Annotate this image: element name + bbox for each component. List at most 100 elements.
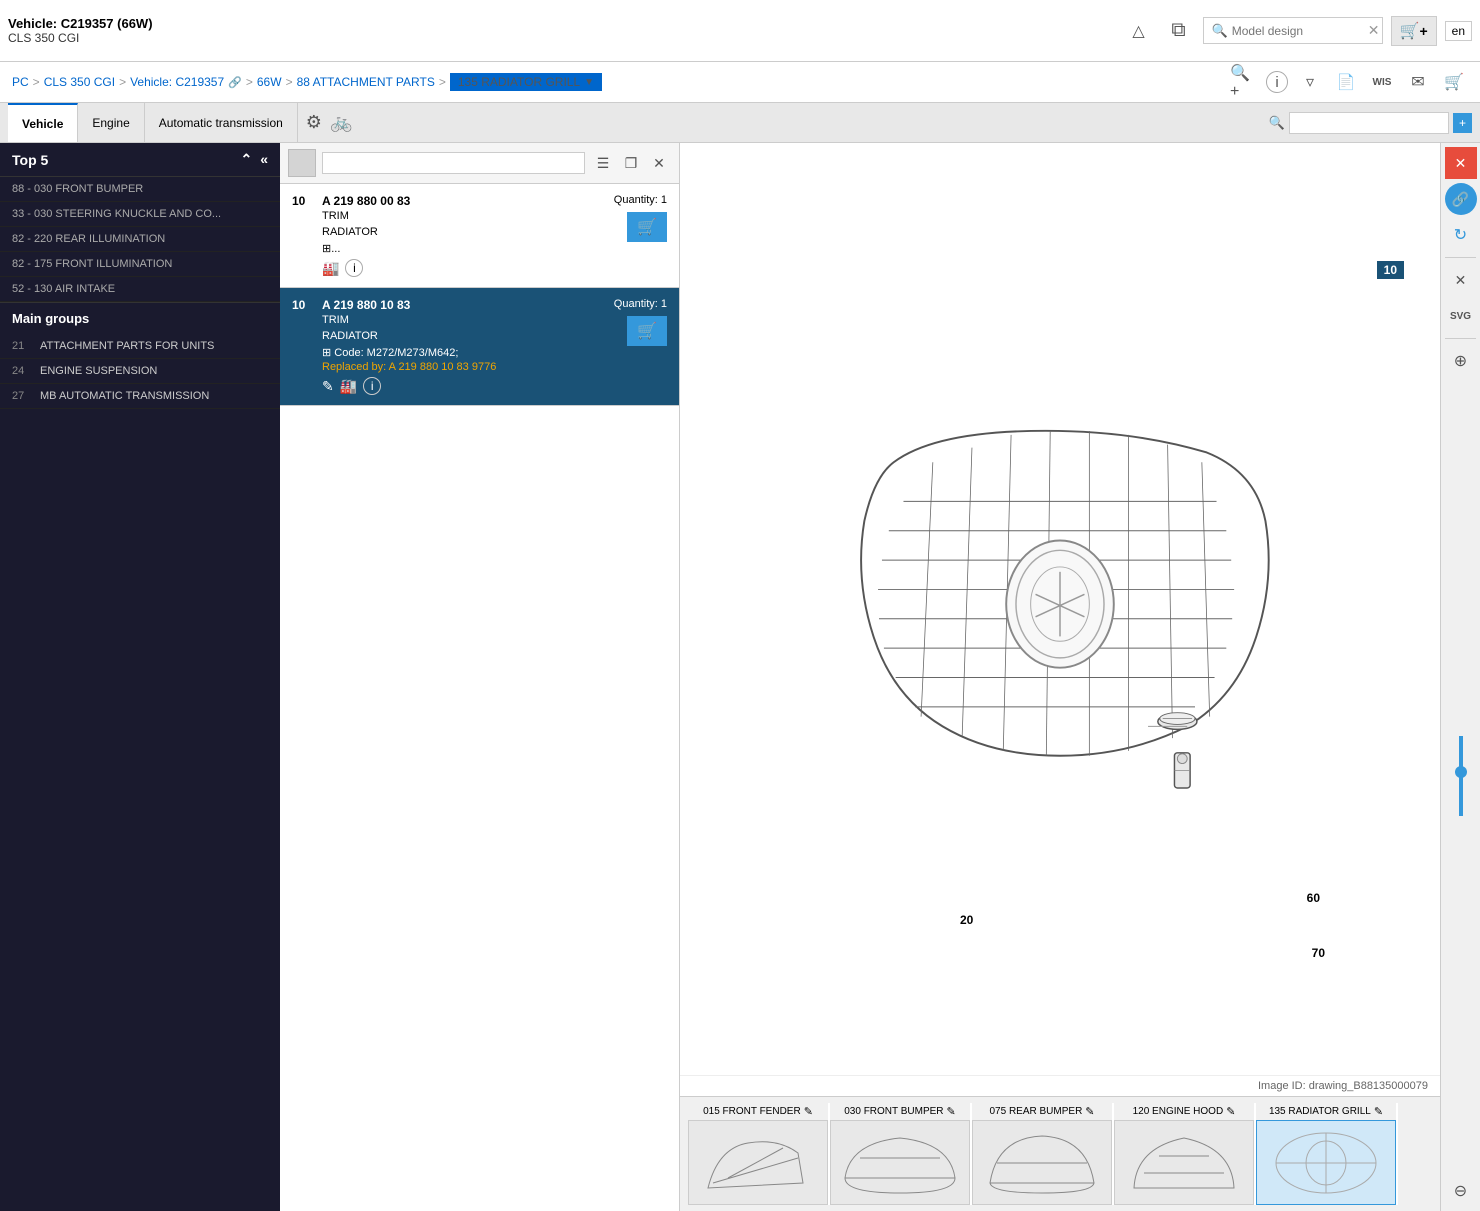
- part-icons-row-1: ✎ 🏭 i: [322, 377, 577, 395]
- main-group-item-24[interactable]: 24 ENGINE SUSPENSION: [0, 359, 280, 384]
- info-icon[interactable]: i: [1266, 71, 1288, 93]
- add-to-cart-btn-0[interactable]: 🛒: [627, 212, 667, 242]
- breadcrumb-attachment[interactable]: 88 ATTACHMENT PARTS: [297, 75, 435, 89]
- top5-item-1[interactable]: 33 - 030 STEERING KNUCKLE AND CO...: [0, 202, 280, 227]
- tab-bike-icon[interactable]: 🚲: [330, 112, 352, 133]
- zoom-out-btn[interactable]: ⊖: [1445, 1175, 1477, 1207]
- info-icon-1[interactable]: i: [363, 377, 381, 395]
- top5-item-4[interactable]: 52 - 130 AIR INTAKE: [0, 277, 280, 302]
- part-pos-0: 10: [292, 194, 312, 208]
- thumb-075[interactable]: 075 REAR BUMPER ✎: [972, 1103, 1114, 1205]
- bc-sep-2: >: [119, 75, 126, 89]
- thumb-img-075: [972, 1120, 1112, 1205]
- cart-button[interactable]: 🛒 +: [1391, 16, 1437, 46]
- close-diagram-btn[interactable]: ✕: [1445, 147, 1477, 179]
- top5-collapse-icon[interactable]: ⌃: [240, 151, 252, 168]
- parts-color-swatch: [288, 149, 316, 177]
- main-groups-header: Main groups: [0, 302, 280, 334]
- bc-sep-4: >: [286, 75, 293, 89]
- part-item-0[interactable]: 10 A 219 880 00 83 TRIM RADIATOR ⊞... 🏭 …: [280, 184, 679, 288]
- part-code-1: A 219 880 10 83: [322, 298, 577, 312]
- thumb-edit-icon-120[interactable]: ✎: [1226, 1105, 1235, 1118]
- expand-view-icon[interactable]: ❐: [619, 151, 643, 175]
- parts-list: 10 A 219 880 00 83 TRIM RADIATOR ⊞... 🏭 …: [280, 184, 679, 1211]
- part-item-1[interactable]: 10 A 219 880 10 83 TRIM RADIATOR ⊞ Code:…: [280, 288, 679, 406]
- part-code-0: A 219 880 00 83: [322, 194, 577, 208]
- part-replaced-1: Replaced by: A 219 880 10 83 9776: [322, 361, 577, 373]
- tab-bar: Vehicle Engine Automatic transmission ⚙ …: [0, 103, 1480, 143]
- parts-search-input[interactable]: [322, 152, 585, 174]
- svg-icon-btn[interactable]: SVG: [1445, 300, 1477, 332]
- bc-sep-1: >: [33, 75, 40, 89]
- zoom-in-btn[interactable]: ⊕: [1445, 345, 1477, 377]
- list-view-icon[interactable]: ☰: [591, 151, 615, 175]
- tab-engine[interactable]: Engine: [78, 103, 144, 142]
- top5-item-3[interactable]: 82 - 175 FRONT ILLUMINATION: [0, 252, 280, 277]
- breadcrumb-66w[interactable]: 66W: [257, 75, 282, 89]
- main-group-item-27[interactable]: 27 MB AUTOMATIC TRANSMISSION: [0, 384, 280, 409]
- clear-search-icon[interactable]: ✕: [1368, 22, 1380, 39]
- thumb-label-075: 075 REAR BUMPER ✎: [983, 1103, 1100, 1120]
- tab-search-add-icon[interactable]: +: [1453, 113, 1472, 133]
- copy-icon[interactable]: ⧉: [1163, 15, 1195, 47]
- factory-icon-0[interactable]: 🏭: [322, 260, 339, 277]
- part-name-1a: TRIM: [322, 314, 577, 326]
- thumb-edit-icon-075[interactable]: ✎: [1085, 1105, 1094, 1118]
- tab-search: 🔍 +: [1269, 112, 1472, 134]
- slider-thumb[interactable]: [1455, 766, 1467, 778]
- filter-icon[interactable]: ▿: [1296, 68, 1324, 96]
- tab-engine-label: Engine: [92, 116, 129, 130]
- tab-auto-trans-label: Automatic transmission: [159, 116, 283, 130]
- qty-label-0: Quantity: 1: [614, 194, 667, 206]
- part-code-info-1: ⊞ Code: M272/M273/M642;: [322, 346, 577, 359]
- tab-vehicle-label: Vehicle: [22, 117, 63, 131]
- cart-nav-icon[interactable]: 🛒: [1440, 68, 1468, 96]
- breadcrumb-vehicle[interactable]: Vehicle: C219357: [130, 75, 224, 89]
- rt-separator-2: [1445, 338, 1476, 339]
- thumb-edit-icon-015[interactable]: ✎: [804, 1105, 813, 1118]
- close-x-icon-btn[interactable]: ✕: [1445, 264, 1477, 296]
- bc-sep-5: >: [439, 75, 446, 89]
- top5-item-2[interactable]: 82 - 220 REAR ILLUMINATION: [0, 227, 280, 252]
- mail-icon[interactable]: ✉: [1404, 68, 1432, 96]
- thumb-030[interactable]: 030 FRONT BUMPER ✎: [830, 1103, 972, 1205]
- close-panel-icon[interactable]: ✕: [647, 151, 671, 175]
- document-icon[interactable]: 📄: [1332, 68, 1360, 96]
- thumb-edit-icon-030[interactable]: ✎: [947, 1105, 956, 1118]
- warning-icon[interactable]: △: [1123, 15, 1155, 47]
- tab-auto-trans[interactable]: Automatic transmission: [145, 103, 298, 142]
- language-selector[interactable]: en: [1445, 21, 1472, 41]
- model-search-input[interactable]: [1228, 24, 1368, 38]
- diagram-labels-overlay: 10 20 60 70: [680, 143, 1440, 1075]
- add-to-cart-btn-1[interactable]: 🛒: [627, 316, 667, 346]
- thumb-120[interactable]: 120 ENGINE HOOD ✎: [1114, 1103, 1256, 1205]
- tab-gear-icon[interactable]: ⚙: [306, 112, 322, 133]
- bc-sep-3: >: [246, 75, 253, 89]
- breadcrumb-active-item[interactable]: 135 RADIATOR GRILL ▼: [450, 73, 602, 91]
- model-search-box[interactable]: 🔍 ✕: [1203, 17, 1383, 44]
- search-icon: 🔍: [1212, 23, 1228, 39]
- factory-icon-1[interactable]: 🏭: [340, 378, 357, 395]
- link-icon-btn[interactable]: 🔗: [1445, 183, 1477, 215]
- thumb-015[interactable]: 015 FRONT FENDER ✎: [688, 1103, 830, 1205]
- top5-item-0[interactable]: 88 - 030 FRONT BUMPER: [0, 177, 280, 202]
- zoom-slider[interactable]: [1459, 736, 1463, 816]
- model-label: CLS 350 CGI: [8, 31, 153, 45]
- tab-vehicle[interactable]: Vehicle: [8, 103, 78, 142]
- thumb-img-030: [830, 1120, 970, 1205]
- part-details-0: A 219 880 00 83 TRIM RADIATOR ⊞... 🏭 i: [322, 194, 577, 277]
- zoom-in-icon[interactable]: 🔍+: [1230, 68, 1258, 96]
- info-icon-0[interactable]: i: [345, 259, 363, 277]
- top5-shrink-icon[interactable]: «: [260, 151, 268, 168]
- pencil-icon-1[interactable]: ✎: [322, 378, 334, 395]
- thumb-edit-icon-135[interactable]: ✎: [1374, 1105, 1383, 1118]
- breadcrumb-pc[interactable]: PC: [12, 75, 29, 89]
- tab-search-input[interactable]: [1289, 112, 1449, 134]
- thumb-label-135: 135 RADIATOR GRILL ✎: [1263, 1103, 1389, 1120]
- breadcrumb-cls[interactable]: CLS 350 CGI: [44, 75, 115, 89]
- main-group-item-21[interactable]: 21 ATTACHMENT PARTS FOR UNITS: [0, 334, 280, 359]
- history-icon-btn[interactable]: ↻: [1445, 219, 1477, 251]
- wis-icon[interactable]: WIS: [1368, 68, 1396, 96]
- thumb-135[interactable]: 135 RADIATOR GRILL ✎: [1256, 1103, 1398, 1205]
- qty-label-1: Quantity: 1: [614, 298, 667, 310]
